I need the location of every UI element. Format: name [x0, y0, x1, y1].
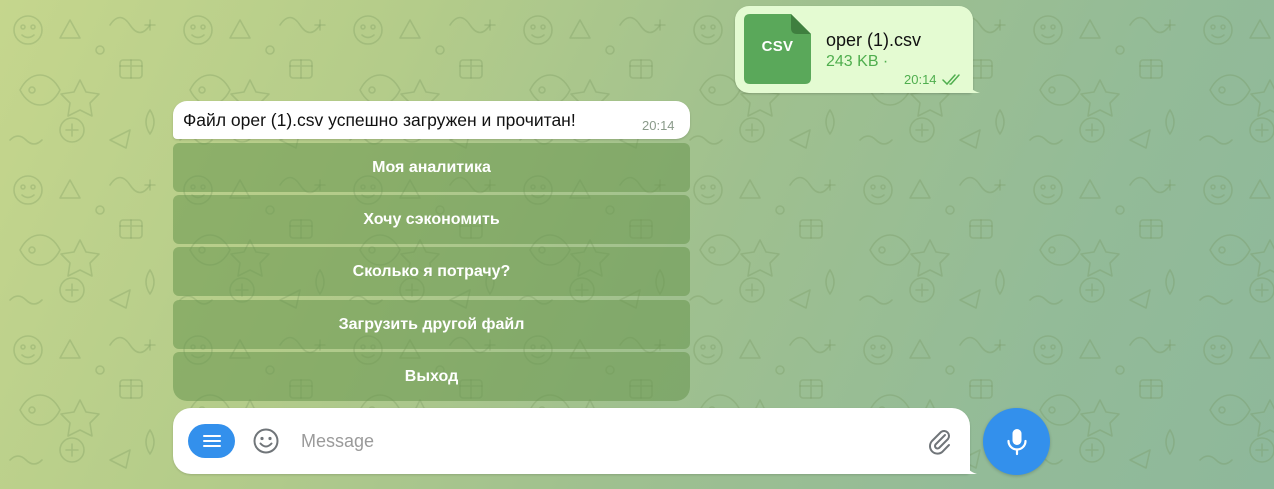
message-time: 20:14	[642, 118, 675, 133]
message-composer	[173, 408, 970, 474]
inline-button-exit[interactable]: Выход	[173, 352, 690, 401]
composer-tail	[964, 460, 977, 474]
file-type-label: CSV	[761, 38, 794, 55]
inline-button-upload-another-file[interactable]: Загрузить другой файл	[173, 300, 690, 349]
message-text: Файл oper (1).csv успешно загружен и про…	[183, 110, 576, 130]
inline-button-my-analytics[interactable]: Моя аналитика	[173, 143, 690, 192]
menu-icon	[202, 435, 221, 447]
incoming-message[interactable]: Файл oper (1).csv успешно загружен и про…	[173, 101, 690, 139]
message-time: 20:14	[904, 72, 937, 87]
file-size: 243 KB ·	[826, 53, 889, 70]
outgoing-bubble-tail	[967, 80, 980, 93]
inline-button-spending-forecast[interactable]: Сколько я потрачу?	[173, 247, 690, 296]
microphone-icon	[1006, 428, 1027, 455]
paperclip-icon[interactable]	[924, 426, 954, 456]
smile-icon[interactable]	[251, 426, 281, 456]
double-check-icon	[942, 74, 960, 86]
voice-record-button[interactable]	[983, 408, 1050, 475]
bot-menu-button[interactable]	[188, 424, 235, 458]
message-input[interactable]	[301, 426, 901, 456]
outgoing-file-message[interactable]: CSV oper (1).csv 243 KB · 20:14	[735, 6, 973, 93]
csv-file-icon[interactable]: CSV	[744, 14, 811, 84]
file-name: oper (1).csv	[826, 30, 922, 50]
inline-button-save-money[interactable]: Хочу сэкономить	[173, 195, 690, 244]
